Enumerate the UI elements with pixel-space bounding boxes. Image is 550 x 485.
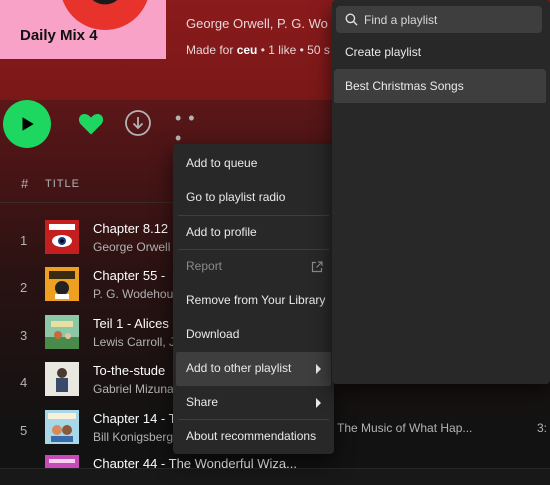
track-artist[interactable]: George Orwell	[93, 240, 170, 254]
track-artwork	[45, 410, 79, 444]
menu-item-download[interactable]: Download	[176, 318, 331, 352]
menu-item-add-to-profile[interactable]: Add to profile	[176, 216, 331, 250]
menu-item-playlist-radio[interactable]: Go to playlist radio	[176, 181, 331, 215]
add-to-playlist-submenu: Create playlist Best Christmas Songs	[332, 0, 550, 384]
menu-item-add-to-other-playlist-label: Add to other playlist	[186, 360, 292, 375]
made-for-label: Made for	[186, 43, 234, 57]
playlist-cover: Daily Mix 4	[0, 0, 166, 59]
column-title-header[interactable]: TITLE	[45, 178, 80, 190]
menu-item-add-to-other-playlist[interactable]: Add to other playlist	[176, 351, 331, 386]
more-options-button[interactable]: • • •	[175, 108, 199, 148]
track-number: 3	[20, 328, 28, 343]
likes-count: • 1 like • 50 s	[257, 43, 330, 57]
menu-item-remove-from-library[interactable]: Remove from Your Library	[176, 284, 331, 318]
action-bar: • • •	[0, 100, 330, 150]
track-number: 2	[20, 280, 28, 295]
playlist-artists: George Orwell, P. G. Wo	[186, 16, 328, 31]
track-number: 5	[20, 423, 28, 438]
track-title[interactable]: Chapter 8.12	[93, 221, 168, 236]
context-menu: Add to queue Go to playlist radio Add to…	[173, 144, 334, 454]
playlist-search[interactable]	[336, 6, 542, 33]
track-artwork	[45, 220, 79, 254]
track-number: 1	[20, 233, 28, 248]
search-icon	[345, 13, 358, 26]
column-number-header: #	[21, 176, 30, 191]
now-playing-bar	[0, 468, 550, 485]
track-title[interactable]: Chapter 55 -	[93, 268, 165, 283]
track-artist[interactable]: Gabriel Mizuna	[93, 382, 174, 396]
heart-icon[interactable]	[77, 110, 105, 138]
track-artist[interactable]: P. G. Wodehou	[93, 287, 173, 301]
playlist-meta: Made for ceu • 1 like • 50 s	[186, 43, 330, 57]
create-playlist-item[interactable]: Create playlist	[334, 36, 546, 69]
track-number: 4	[20, 375, 28, 390]
menu-item-about-recommendations[interactable]: About recommendations	[176, 420, 331, 454]
external-link-icon	[311, 261, 323, 273]
play-button[interactable]	[3, 100, 51, 148]
menu-item-share[interactable]: Share	[176, 386, 331, 420]
menu-item-share-label: Share	[186, 394, 219, 409]
cover-title: Daily Mix 4	[20, 27, 98, 44]
user-link[interactable]: ceu	[237, 43, 258, 57]
play-icon	[22, 117, 34, 131]
playlist-search-input[interactable]	[364, 6, 539, 33]
more-icon: • • •	[175, 108, 196, 148]
playlist-item[interactable]: Best Christmas Songs	[334, 70, 546, 103]
track-duration: 3:	[537, 421, 548, 435]
caret-right-icon	[316, 363, 321, 374]
menu-item-report[interactable]: Report	[176, 250, 331, 284]
track-artwork	[45, 315, 79, 349]
track-artist[interactable]: Lewis Carroll, J	[93, 335, 175, 349]
track-album[interactable]: The Music of What Hap...	[337, 421, 472, 435]
cover-disc-graphic	[60, 0, 150, 30]
menu-item-add-to-queue[interactable]: Add to queue	[176, 147, 331, 181]
menu-item-report-label: Report	[186, 259, 223, 274]
track-artwork	[45, 362, 79, 396]
download-icon[interactable]	[124, 109, 152, 137]
track-title[interactable]: Teil 1 - Alices	[93, 316, 169, 331]
track-title[interactable]: To-the-stude	[93, 363, 165, 378]
track-artist[interactable]: Bill Konigsberg	[93, 430, 173, 444]
caret-right-icon	[316, 397, 321, 408]
track-artwork	[45, 267, 79, 301]
